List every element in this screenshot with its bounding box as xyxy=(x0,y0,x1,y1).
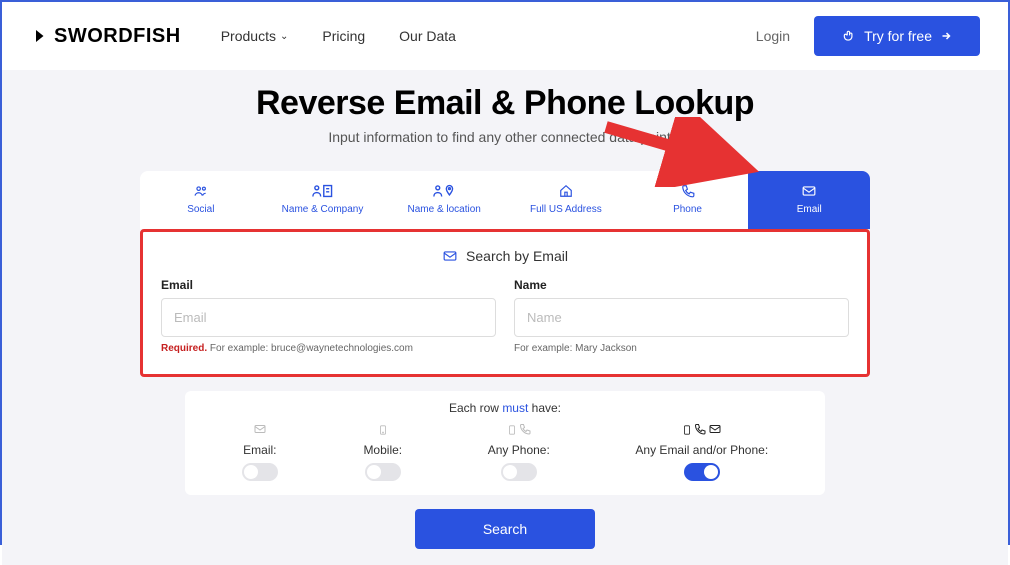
name-helper: For example: Mary Jackson xyxy=(514,343,849,354)
name-field-wrapper: Name For example: Mary Jackson xyxy=(514,278,849,354)
toggle-anyemailphone[interactable] xyxy=(684,463,720,481)
person-pin-icon xyxy=(433,183,455,199)
mail-icon xyxy=(253,423,267,437)
arrow-right-icon xyxy=(940,30,952,42)
mail-icon xyxy=(801,183,817,199)
nav-pricing[interactable]: Pricing xyxy=(322,28,365,44)
toggle-label: Any Email and/or Phone: xyxy=(635,443,768,457)
tab-name-location[interactable]: Name & location xyxy=(383,171,505,229)
toggle-anyemailphone-group: Any Email and/or Phone: xyxy=(635,423,768,481)
tab-label: Phone xyxy=(673,204,702,215)
page-title: Reverse Email & Phone Lookup xyxy=(2,84,1008,123)
login-link[interactable]: Login xyxy=(756,28,790,44)
chevron-right-icon xyxy=(30,27,48,45)
cta-label: Try for free xyxy=(864,28,932,44)
email-input[interactable] xyxy=(161,298,496,337)
toggle-anyphone-group: Any Phone: xyxy=(488,423,550,481)
mobile-phone-mail-icon xyxy=(682,423,722,437)
tab-label: Social xyxy=(187,204,214,215)
tab-name-company[interactable]: Name & Company xyxy=(262,171,384,229)
tab-full-us-address[interactable]: Full US Address xyxy=(505,171,627,229)
people-icon xyxy=(192,183,210,199)
logo-text: SWORDFISH xyxy=(54,25,181,48)
nav-products[interactable]: Products ⌄ xyxy=(221,28,289,44)
row-must-label: Each row must have: xyxy=(199,401,811,415)
tab-social[interactable]: Social xyxy=(140,171,262,229)
nav-ourdata[interactable]: Our Data xyxy=(399,28,456,44)
home-icon xyxy=(558,183,574,199)
search-by-label: Search by Email xyxy=(466,248,568,264)
name-label: Name xyxy=(514,278,849,292)
mobile-phone-icon xyxy=(507,423,531,437)
toggle-row: Email: Mobile: Any Phone: Any Email and/… xyxy=(199,423,811,481)
toggle-section: Each row must have: Email: Mobile: Any P… xyxy=(185,391,825,495)
page-subtitle: Input information to find any other conn… xyxy=(2,129,1008,145)
mail-icon xyxy=(442,249,458,263)
toggle-email[interactable] xyxy=(242,463,278,481)
tab-label: Full US Address xyxy=(530,204,602,215)
search-button[interactable]: Search xyxy=(415,509,595,549)
search-by-heading: Search by Email xyxy=(161,248,849,264)
right-nav: Login Try for free xyxy=(756,16,980,56)
email-helper-text: For example: bruce@waynetechnologies.com xyxy=(207,343,413,354)
search-panel: Social Name & Company Name & location Fu… xyxy=(140,171,870,377)
tab-label: Name & location xyxy=(407,204,480,215)
email-field-wrapper: Email Required. For example: bruce@wayne… xyxy=(161,278,496,354)
search-tabs: Social Name & Company Name & location Fu… xyxy=(140,171,870,229)
search-form: Search by Email Email Required. For exam… xyxy=(140,229,870,377)
tab-phone[interactable]: Phone xyxy=(627,171,749,229)
person-building-icon xyxy=(312,183,334,199)
toggle-label: Any Phone: xyxy=(488,443,550,457)
email-label: Email xyxy=(161,278,496,292)
tab-email[interactable]: Email xyxy=(748,171,870,229)
mobile-icon xyxy=(378,423,388,437)
tab-label: Email xyxy=(797,204,822,215)
required-text: Required. xyxy=(161,343,207,354)
try-free-button[interactable]: Try for free xyxy=(814,16,980,56)
name-input[interactable] xyxy=(514,298,849,337)
nav-products-label: Products xyxy=(221,28,276,44)
chevron-down-icon: ⌄ xyxy=(280,31,288,42)
toggle-mobile[interactable] xyxy=(365,463,401,481)
toggle-mobile-group: Mobile: xyxy=(363,423,402,481)
primary-nav: Products ⌄ Pricing Our Data xyxy=(221,28,456,44)
form-fields: Email Required. For example: bruce@wayne… xyxy=(161,278,849,354)
email-helper: Required. For example: bruce@waynetechno… xyxy=(161,343,496,354)
tab-label: Name & Company xyxy=(282,204,364,215)
logo[interactable]: SWORDFISH xyxy=(30,25,181,48)
phone-icon xyxy=(681,183,695,199)
toggle-label: Email: xyxy=(243,443,276,457)
toggle-email-group: Email: xyxy=(242,423,278,481)
header: SWORDFISH Products ⌄ Pricing Our Data Lo… xyxy=(2,2,1008,70)
toggle-anyphone[interactable] xyxy=(501,463,537,481)
toggle-label: Mobile: xyxy=(363,443,402,457)
main-content: Reverse Email & Phone Lookup Input infor… xyxy=(2,70,1008,565)
hand-pointer-icon xyxy=(842,29,856,43)
